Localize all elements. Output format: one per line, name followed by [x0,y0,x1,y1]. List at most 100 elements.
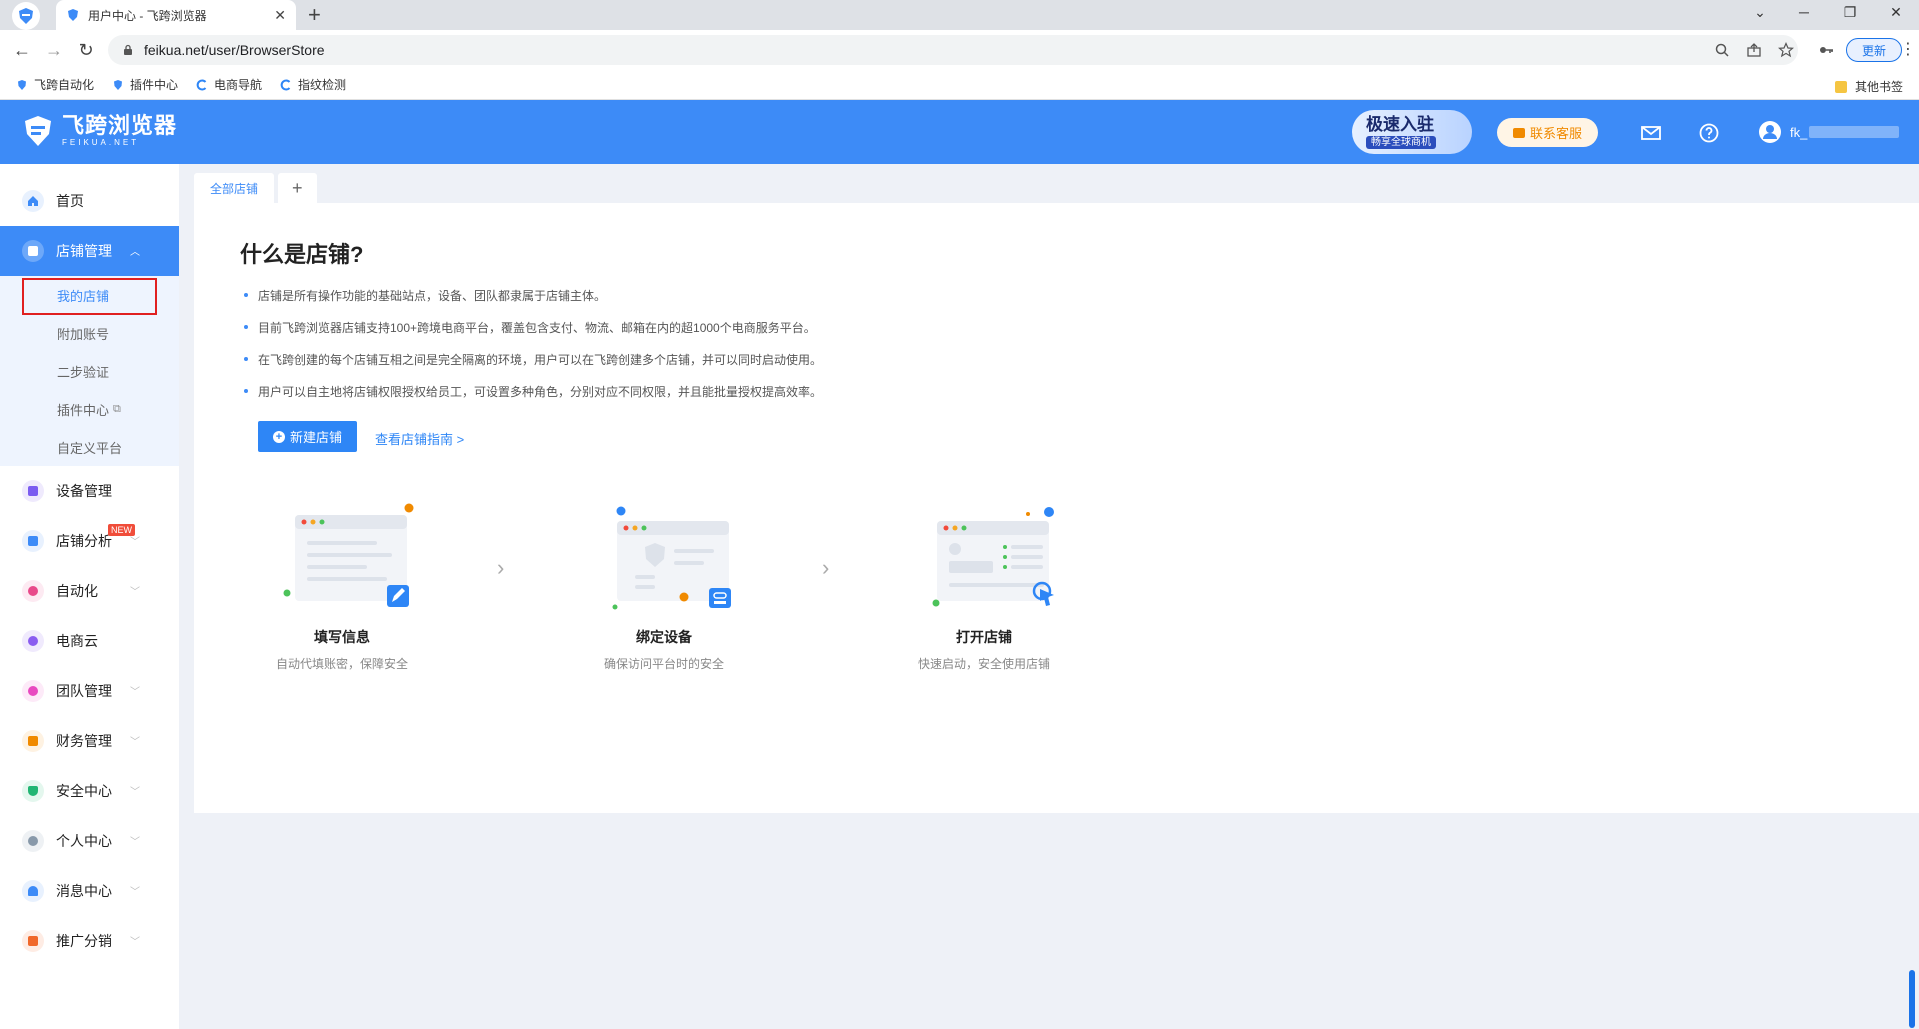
page-title: 什么是店铺? [240,242,364,267]
contact-support-button[interactable]: 联系客服 [1497,118,1598,147]
star-bookmark-icon[interactable] [1778,42,1794,58]
shield-favicon-icon [114,79,123,90]
shield-icon [22,780,44,802]
content-tabs: 全部店铺 + [194,173,321,203]
other-bookmarks[interactable]: 其他书签 [1834,78,1903,95]
close-tab-icon[interactable]: ✕ [274,7,286,24]
update-button[interactable]: 更新 [1846,38,1902,62]
promo-banner[interactable]: 极速入驻 畅享全球商机 [1352,110,1472,154]
reload-icon[interactable]: ↻ [76,40,96,60]
add-tab-button[interactable]: + [278,173,317,203]
back-arrow-icon[interactable]: ← [12,40,32,60]
restore-button[interactable]: ❐ [1840,4,1860,21]
sidebar-item-label: 首页 [56,193,84,209]
sidebar-item-profile[interactable]: 个人中心 ﹀ [0,816,179,866]
intro-bullets: 店铺是所有操作功能的基础站点，设备、团队都隶属于店铺主体。 目前飞跨浏览器店铺支… [244,279,822,407]
chevron-down-icon: ﹀ [130,587,140,598]
megaphone-icon [22,930,44,952]
url-bar[interactable]: feikua.net/user/BrowserStore [108,35,1798,65]
sidebar-item-device[interactable]: 设备管理 [0,466,179,516]
create-store-label: 新建店铺 [289,430,342,445]
bookmark-label: 插件中心 [130,78,179,92]
sidebar-item-finance[interactable]: 财务管理 ﹀ [0,716,179,766]
avatar-icon [1759,121,1781,143]
tab-all-stores[interactable]: 全部店铺 [194,173,275,203]
sidebar-item-label: 消息中心 [56,883,112,899]
step-description: 快速启动，安全使用店铺 [917,657,1050,671]
chevron-down-icon: ﹀ [130,537,140,548]
store-submenu: 我的店铺 附加账号 二步验证 插件中心 ⧉ 自定义平台 [0,276,179,466]
bullet-item: 在飞跨创建的每个店铺互相之间是完全隔离的环境，用户可以在飞跨创建多个店铺，并可以… [244,343,822,375]
sidebar-item-ecommerce-cloud[interactable]: 电商云 [0,616,179,666]
bookmarks-bar: 飞跨自动化 插件中心 电商导航 指纹检测 其他书签 [0,70,1919,100]
store-guide-link[interactable]: 查看店铺指南 > [375,429,464,448]
bell-icon [22,880,44,902]
sidebar-item-label: 财务管理 [56,733,112,749]
key-icon[interactable] [1818,42,1834,58]
sidebar-item-security[interactable]: 安全中心 ﹀ [0,766,179,816]
bookmark-item[interactable]: 飞跨自动化 [16,76,94,93]
menu-kebab-icon[interactable]: ⋮ [1900,39,1916,59]
tab-search-icon[interactable]: ⌄ [1750,4,1770,21]
user-menu[interactable]: fk_ [1758,120,1900,144]
close-window-button[interactable]: ✕ [1886,4,1906,21]
home-icon [22,190,44,212]
sidebar-subitem-extra-accounts[interactable]: 附加账号 [0,314,179,352]
zoom-icon[interactable] [1714,42,1730,58]
sidebar-subitem-my-stores[interactable]: 我的店铺 [0,276,179,315]
sidebar-item-home[interactable]: 首页 [0,176,179,226]
chevron-down-icon: ﹀ [130,687,140,698]
scrollbar-thumb[interactable] [1909,970,1915,1028]
open-store-illustration-icon [932,507,1054,607]
step-bind-device: 绑定设备 确保访问平台时的安全 [564,503,764,672]
sidebar-item-label: 团队管理 [56,683,112,699]
sidebar-item-analytics[interactable]: 店铺分析 NEW ﹀ [0,516,179,566]
mail-icon[interactable] [1640,122,1662,144]
forward-arrow-icon[interactable]: → [44,40,64,60]
browser-logo-icon[interactable] [12,2,40,30]
form-illustration-icon [283,503,414,607]
sidebar-item-promotion[interactable]: 推广分销 ﹀ [0,916,179,966]
sidebar-subitem-label: 插件中心 [57,402,110,418]
sidebar-item-label: 店铺管理 [56,243,112,259]
browser-tab[interactable]: 用户中心 - 飞跨浏览器 ✕ [56,0,296,30]
share-icon[interactable] [1746,42,1762,58]
c-favicon-icon [196,79,207,90]
sidebar-subitem-plugin-center[interactable]: 插件中心 ⧉ [0,390,179,428]
sidebar-item-store-management[interactable]: 店铺管理 ︿ [0,226,179,276]
help-icon[interactable] [1698,122,1720,144]
sidebar-item-messages[interactable]: 消息中心 ﹀ [0,866,179,916]
step-description: 自动代填账密，保障安全 [275,657,408,671]
bookmark-label: 飞跨自动化 [34,78,95,92]
bookmark-item[interactable]: 指纹检测 [280,76,346,93]
step-description: 确保访问平台时的安全 [603,657,724,671]
sidebar-item-label: 推广分销 [56,933,112,949]
sidebar-item-team[interactable]: 团队管理 ﹀ [0,666,179,716]
brand-logo[interactable]: 飞跨浏览器 FEIKUA.NET [22,114,177,148]
bookmark-item[interactable]: 电商导航 [196,76,262,93]
chevron-down-icon: ﹀ [130,837,140,848]
url-text: feikua.net/user/BrowserStore [144,42,325,58]
team-icon [22,680,44,702]
wallet-icon [22,730,44,752]
sidebar-subitem-two-step[interactable]: 二步验证 [0,352,179,390]
sidebar-subitem-custom-platform[interactable]: 自定义平台 [0,428,179,466]
sidebar-item-label: 安全中心 [56,783,112,799]
device-icon [22,480,44,502]
step-fill-info: 填写信息 自动代填账密，保障安全 [242,503,442,672]
sidebar-item-automation[interactable]: 自动化 ﹀ [0,566,179,616]
create-store-button[interactable]: + 新建店铺 [258,421,357,452]
bullet-item: 用户可以自主地将店铺权限授权给员工，可设置多种角色，分别对应不同权限，并且能批量… [244,375,822,407]
brand-name: 飞跨浏览器 [62,113,178,138]
contact-support-label: 联系客服 [1529,126,1582,141]
minimize-button[interactable]: ─ [1794,4,1814,20]
bullet-item: 目前飞跨浏览器店铺支持100+跨境电商平台，覆盖包含支付、物流、邮箱在内的超10… [244,311,822,343]
feikua-logo-icon [25,116,51,146]
tab-title: 用户中心 - 飞跨浏览器 [88,8,207,23]
step-open-store: 打开店铺 快速启动，安全使用店铺 [884,503,1084,672]
new-tab-button[interactable]: + [308,3,321,27]
chevron-down-icon: ﹀ [130,787,140,798]
bookmark-item[interactable]: 插件中心 [112,76,178,93]
shield-favicon-icon [18,79,26,90]
sidebar-item-label: 电商云 [56,633,98,649]
